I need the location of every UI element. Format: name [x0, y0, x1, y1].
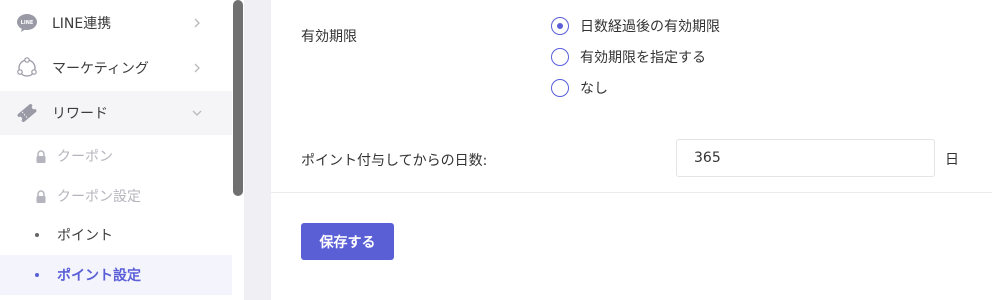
sidebar-subitem-point[interactable]: ポイント [0, 215, 232, 255]
expiry-option-none[interactable]: なし [551, 77, 608, 99]
sidebar-item-label: LINE連携 [52, 16, 112, 32]
marketing-icon [16, 57, 38, 79]
sidebar-item-reward[interactable]: リワード [0, 91, 232, 135]
lock-icon [35, 189, 47, 203]
point-settings-form: 有効期限 日数経過後の有効期限 有効期限を指定する なし ポイント付与してからの… [271, 0, 992, 300]
chevron-down-icon [191, 107, 203, 119]
days-label: ポイント付与してからの日数: [301, 153, 488, 169]
sidebar: LINE LINE連携 マーケティング リワード クーポン クーポン設定 ポイン… [0, 0, 232, 300]
sidebar-subitem-label: ポイント [57, 228, 113, 244]
line-icon: LINE [16, 12, 38, 34]
lock-icon [35, 149, 47, 163]
sidebar-item-label: マーケティング [52, 61, 149, 77]
svg-text:LINE: LINE [21, 20, 34, 26]
chevron-right-icon [191, 62, 203, 74]
divider [271, 192, 992, 193]
bullet-icon [35, 273, 39, 277]
sidebar-subitem-label: クーポン [57, 149, 113, 165]
bullet-icon [35, 233, 39, 237]
sidebar-subitem-label: クーポン設定 [57, 189, 141, 205]
expiry-option-label: 日数経過後の有効期限 [580, 19, 720, 35]
radio-button[interactable] [551, 48, 569, 66]
ticket-icon [16, 102, 38, 124]
days-unit: 日 [945, 152, 959, 168]
sidebar-item-marketing[interactable]: マーケティング [0, 46, 232, 90]
content-gutter [244, 0, 271, 300]
sidebar-subitem-coupon: クーポン [0, 136, 232, 176]
expiry-option-days[interactable]: 日数経過後の有効期限 [551, 15, 720, 37]
sidebar-item-label: リワード [52, 106, 108, 122]
sidebar-scrollbar-thumb[interactable] [233, 0, 243, 196]
expiry-option-label: 有効期限を指定する [580, 50, 706, 66]
save-button[interactable]: 保存する [301, 223, 394, 260]
sidebar-subitem-coupon-settings: クーポン設定 [0, 176, 232, 216]
sidebar-item-line[interactable]: LINE LINE連携 [0, 1, 232, 45]
sidebar-subitem-label: ポイント設定 [57, 268, 141, 284]
radio-button[interactable] [551, 17, 569, 35]
expiry-option-label: なし [580, 81, 608, 97]
radio-button[interactable] [551, 79, 569, 97]
expiry-option-date[interactable]: 有効期限を指定する [551, 46, 706, 68]
days-input[interactable] [676, 139, 935, 177]
expiry-label: 有効期限 [301, 29, 357, 45]
chevron-right-icon [191, 17, 203, 29]
sidebar-subitem-point-settings[interactable]: ポイント設定 [0, 255, 232, 295]
